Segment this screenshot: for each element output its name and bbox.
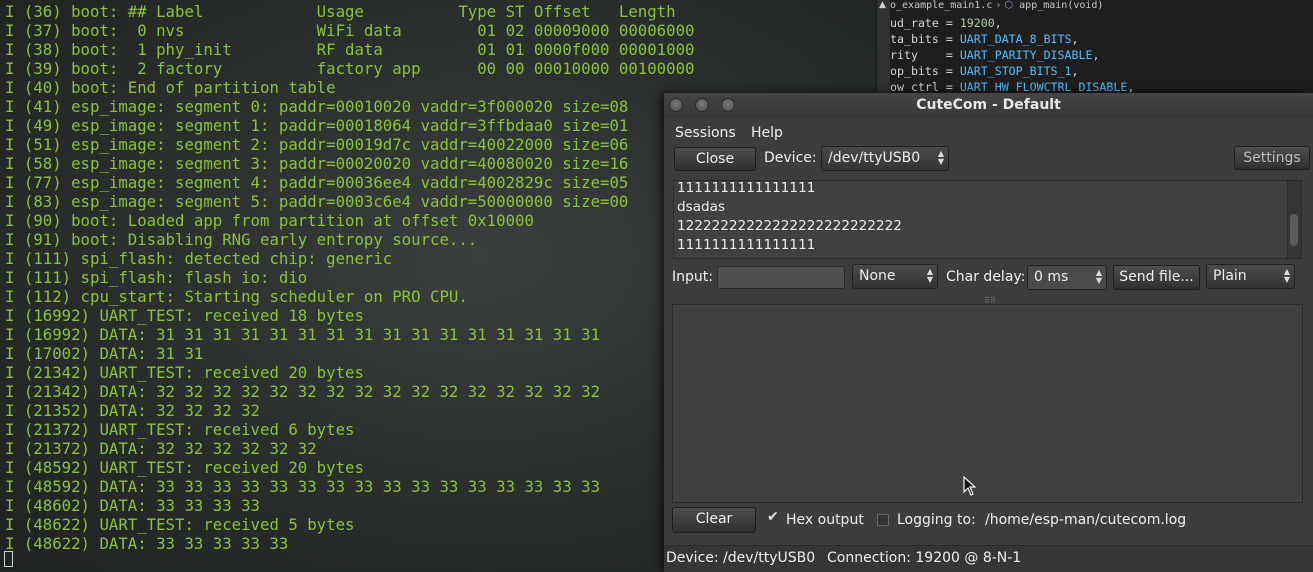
code-punctuation: , (1127, 80, 1135, 94)
log-path: /home/esp-man/cutecom.log (985, 512, 1187, 528)
terminal-line: I (48592) DATA: 33 33 33 33 33 33 33 33 … (5, 477, 601, 496)
terminal-line: I (48592) UART_TEST: received 20 bytes (5, 458, 364, 477)
spin-arrows-icon: ▲ ▼ (1095, 268, 1102, 285)
char-delay-label: Char delay: (946, 269, 1026, 285)
code-value: UART_HW_FLOWCTRL_DISABLE (959, 80, 1128, 94)
terminal-line: I (36) boot: ## Label Usage Type ST Offs… (5, 2, 676, 21)
device-value: /dev/ttyUSB0 (828, 150, 921, 166)
received-output[interactable]: 1111111111111111 dsadas 122222222222222222… (673, 180, 1302, 259)
code-punctuation: , (1092, 48, 1100, 62)
terminal-line: I (39) boot: 2 factory factory app 00 00… (5, 59, 695, 78)
send-file-button[interactable]: Send file... (1113, 265, 1200, 290)
terminal-line: I (111) spi_flash: flash io: dio (5, 268, 308, 287)
status-bar: Device: /dev/ttyUSB0 Connection: 19200 @… (664, 545, 1313, 572)
terminal-line: I (21372) UART_TEST: received 6 bytes (5, 420, 355, 439)
output-line: 1111111111111111 (677, 180, 816, 196)
code-field: ta_bits = (890, 32, 960, 46)
breadcrumb-chevron-icon: › (995, 0, 1002, 11)
code-value: UART_PARITY_DISABLE (959, 48, 1093, 62)
code-field: rity = (890, 48, 960, 62)
terminal-line: I (51) esp_image: segment 2: paddr=00019… (5, 135, 629, 154)
char-delay-value: 0 ms (1034, 269, 1069, 285)
editor-breadcrumb: o_example_main1.c › ⬡ app_main(void) (890, 0, 1313, 13)
code-punctuation: , (1071, 32, 1079, 46)
format-value: Plain (1213, 268, 1247, 284)
terminal-line: I (48622) DATA: 33 33 33 33 33 (5, 534, 289, 553)
spin-arrows-icon: ▲ ▼ (926, 267, 933, 284)
menu-sessions[interactable]: Sessions (675, 125, 736, 141)
output-line: 12222222222222222222222222 (677, 218, 902, 234)
logging-label: Logging to: (897, 512, 976, 528)
scroll-up-arrow-icon[interactable]: ▲ (879, 0, 886, 10)
menu-help[interactable]: Help (751, 125, 783, 141)
terminal-line: I (83) esp_image: segment 5: paddr=0003c… (5, 192, 629, 211)
code-field: op_bits = (890, 64, 960, 78)
terminal-line: I (21342) UART_TEST: received 20 bytes (5, 363, 364, 382)
device-select[interactable]: /dev/ttyUSB0 ▲ ▼ (821, 146, 949, 171)
terminal-line: I (21352) DATA: 32 32 32 32 (5, 401, 261, 420)
hex-output-panel[interactable] (672, 304, 1303, 503)
clear-button[interactable]: Clear (672, 507, 756, 533)
code-punctuation: , (1071, 64, 1079, 78)
input-label: Input: (672, 269, 713, 285)
window-title: CuteCom - Default (916, 97, 1061, 113)
char-delay-spinbox[interactable]: 0 ms ▲ ▼ (1027, 265, 1107, 290)
checkmark-icon: ✔ (767, 509, 779, 525)
terminal-line: I (21372) DATA: 32 32 32 32 32 32 (5, 439, 317, 458)
terminal-line: I (40) boot: End of partition table (5, 78, 336, 97)
terminal-line: I (48602) DATA: 33 33 33 33 (5, 496, 261, 515)
editor-file-name[interactable]: o_example_main1.c (890, 0, 992, 11)
terminal-line: I (48622) UART_TEST: received 5 bytes (5, 515, 355, 534)
status-connection: Connection: 19200 @ 8-N-1 (827, 550, 1022, 566)
terminal-line: I (58) esp_image: segment 3: paddr=00020… (5, 154, 629, 173)
terminal-line: I (16992) UART_TEST: received 18 bytes (5, 306, 364, 325)
code-line: ud_rate = 19200, (890, 15, 1002, 31)
logging-checkbox[interactable] (877, 514, 889, 526)
line-end-value: None (859, 268, 896, 284)
terminal-line: I (49) esp_image: segment 1: paddr=00018… (5, 116, 629, 135)
cutecom-window: CuteCom - Default Sessions Help Close De… (664, 93, 1313, 572)
code-line: rity = UART_PARITY_DISABLE, (890, 47, 1099, 63)
code-field: ud_rate = (890, 16, 960, 30)
line-end-select[interactable]: None ▲ ▼ (852, 264, 938, 289)
code-value: UART_DATA_8_BITS (959, 32, 1072, 46)
settings-button[interactable]: Settings (1234, 146, 1310, 170)
function-icon: ⬡ (1004, 0, 1014, 11)
code-punctuation: , (994, 16, 1002, 30)
output-line: 1111111111111111 (677, 237, 816, 253)
terminal-line: I (111) spi_flash: detected chip: generi… (5, 249, 393, 268)
spin-arrows-icon: ▲ ▼ (1283, 267, 1290, 284)
spin-arrows-icon: ▲ ▼ (937, 149, 944, 166)
editor-symbol-name[interactable]: app_main(void) (1019, 0, 1103, 11)
terminal-cursor (4, 551, 13, 567)
terminal-line: I (21342) DATA: 32 32 32 32 32 32 32 32 … (5, 382, 601, 401)
terminal-line: I (112) cpu_start: Starting scheduler on… (5, 287, 468, 306)
mouse-pointer-icon (963, 476, 977, 496)
terminal-line: I (38) boot: 1 phy_init RF data 01 01 00… (5, 40, 695, 59)
terminal-line: I (17002) DATA: 31 31 (5, 344, 204, 363)
input-field[interactable] (717, 266, 845, 289)
output-line: dsadas (677, 199, 726, 215)
terminal-line: I (77) esp_image: segment 4: paddr=00036… (5, 173, 629, 192)
code-field: ow_ctrl = (890, 80, 960, 94)
window-titlebar[interactable]: CuteCom - Default (664, 93, 1313, 119)
code-value: UART_STOP_BITS_1 (959, 64, 1072, 78)
format-select[interactable]: Plain ▲ ▼ (1206, 264, 1295, 289)
hex-output-checkbox[interactable]: ✔ (767, 509, 779, 526)
hex-output-label: Hex output (786, 512, 864, 528)
output-scrollbar[interactable] (1287, 181, 1301, 258)
status-device: Device: /dev/ttyUSB0 (666, 550, 816, 566)
code-line: op_bits = UART_STOP_BITS_1, (890, 63, 1078, 79)
code-value: 19200 (959, 16, 995, 30)
close-button[interactable]: Close (674, 147, 756, 171)
terminal-line: I (41) esp_image: segment 0: paddr=00010… (5, 97, 629, 116)
device-label: Device: (764, 150, 817, 166)
output-scrollbar-thumb[interactable] (1290, 214, 1298, 246)
terminal-line: I (37) boot: 0 nvs WiFi data 01 02 00009… (5, 21, 695, 40)
terminal-line: I (90) boot: Loaded app from partition a… (5, 211, 534, 230)
terminal-line: I (16992) DATA: 31 31 31 31 31 31 31 31 … (5, 325, 601, 344)
code-line: ta_bits = UART_DATA_8_BITS, (890, 31, 1078, 47)
terminal-line: I (91) boot: Disabling RNG early entropy… (5, 230, 478, 249)
